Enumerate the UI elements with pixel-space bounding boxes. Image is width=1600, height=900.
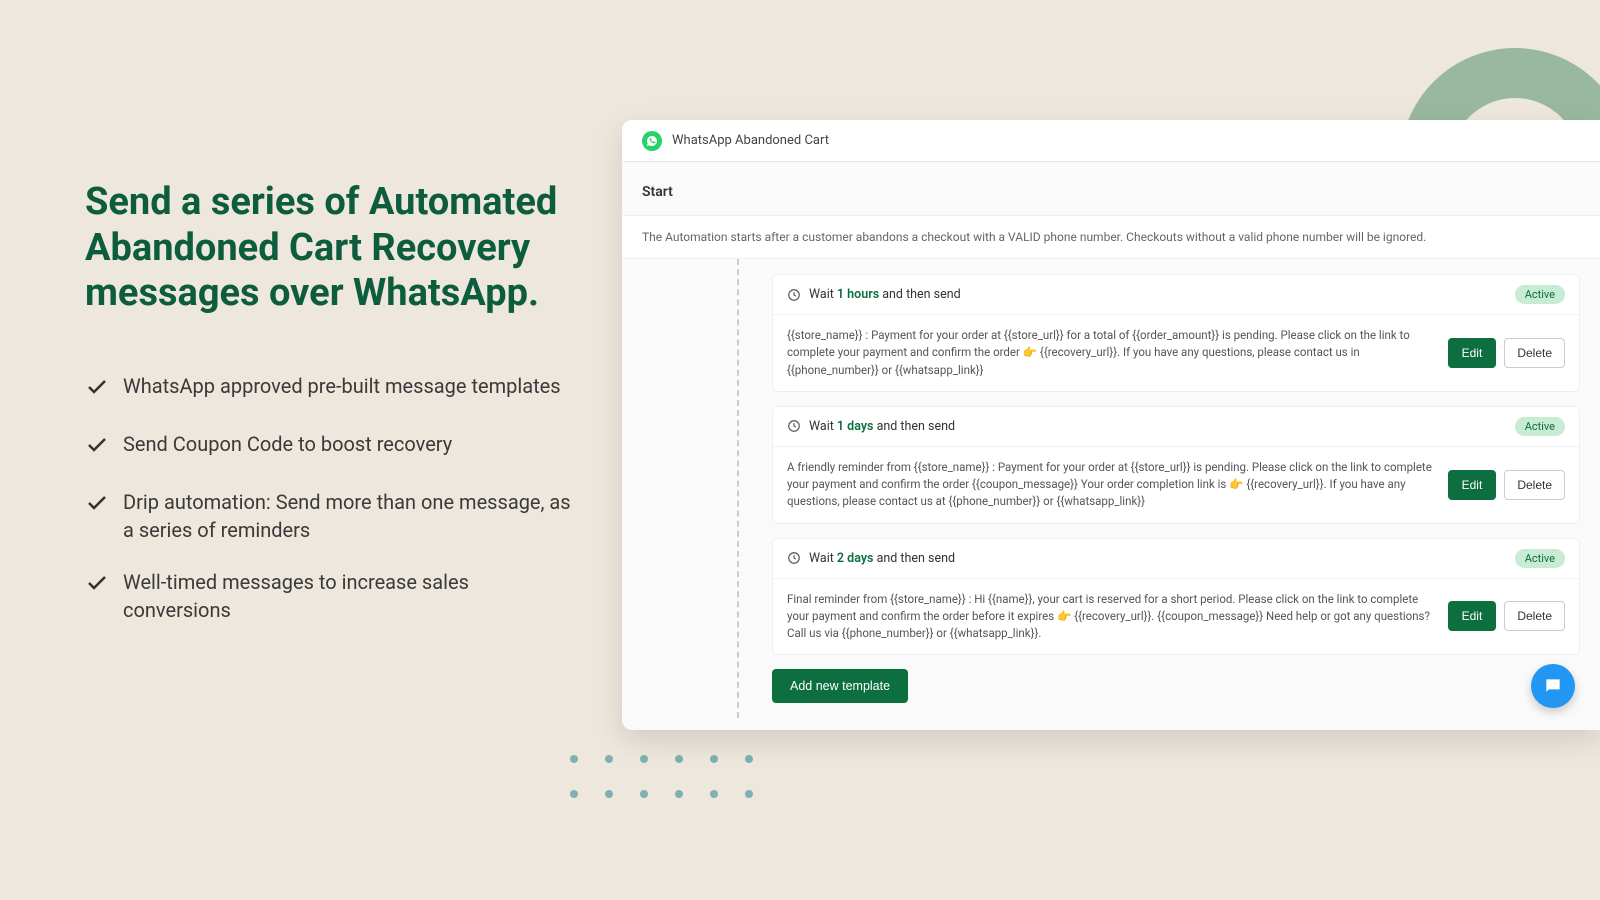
- check-icon: [85, 433, 113, 464]
- check-icon: [85, 375, 113, 406]
- feature-item: Well-timed messages to increase sales co…: [85, 568, 575, 624]
- app-title: WhatsApp Abandoned Cart: [672, 133, 829, 148]
- feature-text: Drip automation: Send more than one mess…: [123, 488, 575, 544]
- feature-text: Send Coupon Code to boost recovery: [123, 430, 452, 458]
- check-icon: [85, 491, 113, 522]
- chat-icon: [1543, 676, 1563, 696]
- template-message: {{store_name}} : Payment for your order …: [787, 327, 1434, 379]
- clock-icon: [787, 551, 801, 565]
- edit-button[interactable]: Edit: [1448, 338, 1497, 368]
- app-header: WhatsApp Abandoned Cart: [622, 120, 1600, 162]
- start-label: Start: [622, 162, 1600, 215]
- feature-item: Drip automation: Send more than one mess…: [85, 488, 575, 544]
- wait-text: Wait 2 days and then send: [809, 551, 955, 566]
- feature-text: Well-timed messages to increase sales co…: [123, 568, 575, 624]
- app-window: WhatsApp Abandoned Cart Start The Automa…: [622, 120, 1600, 730]
- delete-button[interactable]: Delete: [1504, 470, 1565, 500]
- delete-button[interactable]: Delete: [1504, 601, 1565, 631]
- step-header: Wait 1 days and then send Active: [773, 407, 1579, 447]
- edit-button[interactable]: Edit: [1448, 470, 1497, 500]
- whatsapp-icon: [642, 131, 662, 151]
- chat-fab[interactable]: [1531, 664, 1575, 708]
- headline: Send a series of Automated Abandoned Car…: [85, 180, 575, 317]
- step-header: Wait 1 hours and then send Active: [773, 275, 1579, 315]
- feature-text: WhatsApp approved pre-built message temp…: [123, 372, 561, 400]
- feature-list: WhatsApp approved pre-built message temp…: [85, 372, 575, 624]
- feature-item: WhatsApp approved pre-built message temp…: [85, 372, 575, 406]
- template-step: Wait 1 hours and then send Active {{stor…: [772, 274, 1580, 392]
- status-badge: Active: [1515, 417, 1565, 436]
- delete-button[interactable]: Delete: [1504, 338, 1565, 368]
- wait-text: Wait 1 hours and then send: [809, 287, 961, 302]
- status-badge: Active: [1515, 549, 1565, 568]
- wait-text: Wait 1 days and then send: [809, 419, 955, 434]
- template-step: Wait 2 days and then send Active Final r…: [772, 538, 1580, 656]
- marketing-panel: Send a series of Automated Abandoned Car…: [85, 180, 575, 648]
- template-message: Final reminder from {{store_name}} : Hi …: [787, 591, 1434, 643]
- edit-button[interactable]: Edit: [1448, 601, 1497, 631]
- check-icon: [85, 571, 113, 602]
- template-step: Wait 1 days and then send Active A frien…: [772, 406, 1580, 524]
- add-template-button[interactable]: Add new template: [772, 669, 908, 703]
- template-message: A friendly reminder from {{store_name}} …: [787, 459, 1434, 511]
- clock-icon: [787, 419, 801, 433]
- status-badge: Active: [1515, 285, 1565, 304]
- step-header: Wait 2 days and then send Active: [773, 539, 1579, 579]
- start-info: The Automation starts after a customer a…: [622, 215, 1600, 259]
- clock-icon: [787, 288, 801, 302]
- end-label: End: [622, 718, 1600, 730]
- steps-track: Wait 1 hours and then send Active {{stor…: [622, 259, 1600, 718]
- feature-item: Send Coupon Code to boost recovery: [85, 430, 575, 464]
